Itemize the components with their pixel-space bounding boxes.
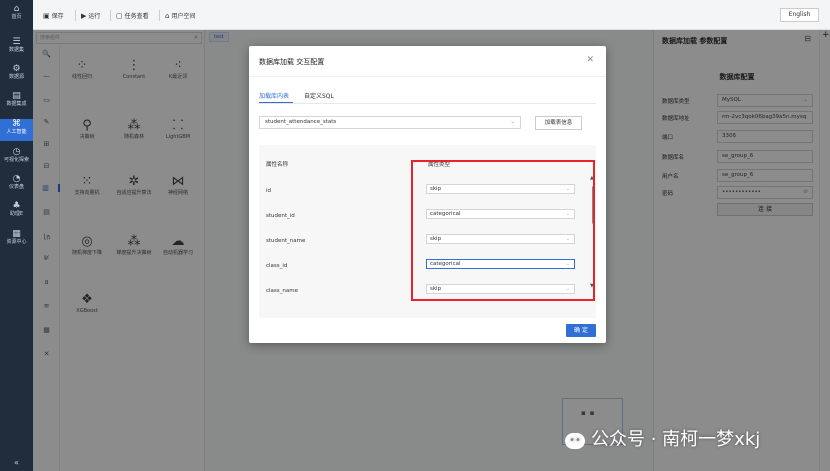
nav-label: 数据集 bbox=[8, 47, 24, 53]
data-source-icon: ⚙ bbox=[12, 64, 21, 74]
play-icon: ▶ bbox=[81, 12, 87, 20]
divider bbox=[75, 10, 76, 21]
tab-load-table[interactable]: 加载库内表 bbox=[259, 91, 289, 100]
load-table-info-button[interactable]: 加载表信息 bbox=[535, 116, 582, 130]
close-icon[interactable]: ✕ bbox=[586, 55, 594, 65]
wechat-icon: •• bbox=[565, 433, 585, 449]
confirm-button[interactable]: 确 定 bbox=[566, 324, 596, 337]
chevron-down-icon: ⌄ bbox=[510, 119, 515, 125]
nav-item-resources[interactable]: ▦ 资源中心 bbox=[0, 229, 33, 251]
org-icon: ♣ bbox=[12, 201, 21, 211]
nav-label: 首页 bbox=[11, 14, 22, 20]
task-icon: ▢ bbox=[116, 12, 123, 20]
task-view-button[interactable]: ▢ 任务查看 bbox=[116, 10, 149, 22]
highlight-box bbox=[411, 160, 595, 301]
data-integration-icon: ▤ bbox=[12, 91, 21, 101]
nav-label: 仪表盘 bbox=[8, 184, 24, 190]
nav-item-ai[interactable]: ⌘ 人工智能 bbox=[0, 119, 33, 141]
divider bbox=[249, 76, 606, 77]
dashboard-icon: ◔ bbox=[12, 174, 21, 184]
divider bbox=[110, 10, 111, 21]
left-navigation: ⌂ 首页 ☰ 数据集 ⚙ 数据源 ▤ 数据集成 ⌘ 人工智能 ◷ 可视化探索 ◔… bbox=[0, 0, 33, 471]
watermark: •• 公众号 · 南柯一梦xkj bbox=[565, 425, 760, 451]
nav-item-dashboard[interactable]: ◔ 仪表盘 bbox=[0, 174, 33, 196]
visualization-icon: ◷ bbox=[12, 147, 21, 157]
nav-label: 资源中心 bbox=[6, 239, 27, 245]
data-list-icon: ☰ bbox=[12, 37, 21, 47]
table-select[interactable]: student_attendance_stats ⌄ bbox=[259, 116, 521, 129]
column-header-name: 属性名称 bbox=[266, 162, 289, 168]
nav-item-data-sources[interactable]: ⚙ 数据源 bbox=[0, 64, 33, 86]
home-icon: ⌂ bbox=[165, 12, 170, 20]
language-button[interactable]: English bbox=[780, 8, 819, 22]
top-toolbar: ▣ 保存 ▶ 运行 ▢ 任务查看 ⌂ 用户空间 English bbox=[33, 0, 830, 30]
nav-label: 人工智能 bbox=[6, 129, 27, 135]
nav-label: 可视化探索 bbox=[3, 157, 29, 163]
resource-icon: ▦ bbox=[12, 229, 21, 239]
tab-divider bbox=[259, 103, 596, 104]
nav-label: 数据集成 bbox=[6, 101, 27, 107]
divider bbox=[159, 10, 160, 21]
nav-item-visualization[interactable]: ◷ 可视化探索 bbox=[0, 147, 33, 169]
tab-custom-sql[interactable]: 自定义SQL bbox=[304, 91, 334, 100]
active-tab-indicator bbox=[259, 102, 293, 103]
save-button[interactable]: ▣ 保存 bbox=[43, 10, 64, 22]
collapse-icon[interactable]: « bbox=[0, 458, 33, 467]
nav-item-data-integration[interactable]: ▤ 数据集成 bbox=[0, 91, 33, 113]
nav-item-datasets[interactable]: ☰ 数据集 bbox=[0, 37, 33, 59]
nav-label: 助理E bbox=[9, 211, 24, 217]
nav-label: 数据源 bbox=[8, 74, 24, 80]
nav-item-assistant[interactable]: ♣ 助理E bbox=[0, 201, 33, 223]
ai-icon: ⌘ bbox=[12, 119, 21, 129]
modal-title: 数据库加载 交互配置 bbox=[259, 58, 325, 66]
run-button[interactable]: ▶ 运行 bbox=[81, 10, 100, 22]
home-icon: ⌂ bbox=[13, 4, 20, 14]
user-space-button[interactable]: ⌂ 用户空间 bbox=[165, 10, 195, 22]
nav-item-home[interactable]: ⌂ 首页 bbox=[0, 4, 33, 26]
save-icon: ▣ bbox=[43, 12, 50, 20]
